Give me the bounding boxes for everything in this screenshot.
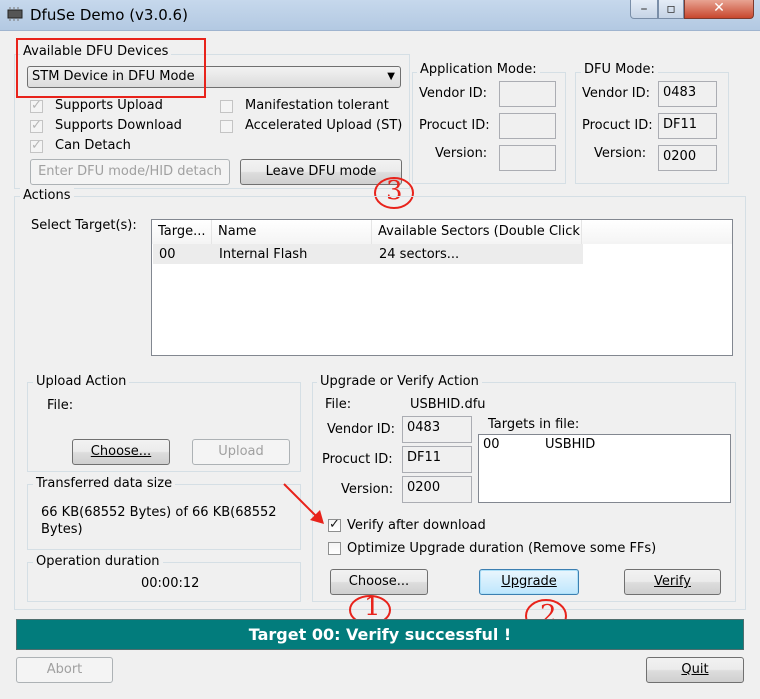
title-bar[interactable]: DfuSe Demo (v3.0.6) – ▫ ✕ xyxy=(0,0,760,31)
actions-label: Actions xyxy=(20,188,74,203)
app-product-id-field xyxy=(499,113,556,139)
accelerated-upload-checkbox[interactable] xyxy=(220,120,233,133)
upgrade-product-id-field: DF11 xyxy=(402,446,472,473)
transferred-size-label: Transferred data size xyxy=(33,476,176,491)
upgrade-verify-label: Upgrade or Verify Action xyxy=(317,374,482,389)
targets-listview[interactable]: Targe... Name Available Sectors (Double … xyxy=(151,219,733,356)
supports-upload-checkbox[interactable]: ✓ xyxy=(30,98,43,113)
dfu-version-label: Version: xyxy=(594,146,647,161)
dfu-product-id-label: Procuct ID: xyxy=(582,118,653,133)
upgrade-vendor-id-label: Vendor ID: xyxy=(327,422,396,437)
app-version-label: Version: xyxy=(435,146,488,161)
enter-dfu-mode-button[interactable]: Enter DFU mode/HID detach xyxy=(30,159,230,185)
minimize-button[interactable]: – xyxy=(630,0,658,19)
column-header-empty xyxy=(582,220,732,244)
upgrade-version-field: 0200 xyxy=(402,476,472,503)
accelerated-upload-label: Accelerated Upload (ST) xyxy=(245,118,403,133)
close-button[interactable]: ✕ xyxy=(684,0,754,19)
upgrade-product-id-label: Procuct ID: xyxy=(322,452,393,467)
minimize-icon: – xyxy=(640,1,648,17)
can-detach-checkbox[interactable]: ✓ xyxy=(30,138,43,153)
app-vendor-id-label: Vendor ID: xyxy=(419,86,488,101)
dfu-vendor-id-label: Vendor ID: xyxy=(582,86,651,101)
upgrade-button[interactable]: Upgrade xyxy=(479,569,579,595)
column-header-target[interactable]: Targe... xyxy=(152,220,212,244)
supports-download-checkbox[interactable]: ✓ xyxy=(30,118,43,133)
column-header-sectors[interactable]: Available Sectors (Double Click... xyxy=(372,220,582,244)
chip-icon xyxy=(7,7,23,21)
row-target: 00 xyxy=(159,247,176,262)
maximize-icon: ▫ xyxy=(666,1,676,17)
transferred-size-value: 66 KB(68552 Bytes) of 66 KB(68552 Bytes) xyxy=(41,505,277,537)
verify-after-download-checkbox[interactable]: ✓ xyxy=(328,517,341,532)
app-version-field xyxy=(499,145,556,171)
maximize-button[interactable]: ▫ xyxy=(658,0,684,19)
app-product-id-label: Procuct ID: xyxy=(419,118,490,133)
annotation-arrow-icon xyxy=(283,483,324,524)
row-sectors: 24 sectors... xyxy=(379,247,460,262)
targets-in-file-label: Targets in file: xyxy=(488,417,580,432)
file-target-name: USBHID xyxy=(545,437,596,452)
select-targets-label: Select Target(s): xyxy=(31,218,137,233)
highlight-box xyxy=(16,38,206,98)
abort-button[interactable]: Abort xyxy=(16,657,113,683)
upload-button[interactable]: Upload xyxy=(192,439,290,465)
dfu-mode-label: DFU Mode: xyxy=(581,62,658,77)
dfu-vendor-id-field: 0483 xyxy=(658,81,717,107)
supports-download-label: Supports Download xyxy=(55,118,182,133)
manifestation-tolerant-checkbox[interactable] xyxy=(220,100,233,113)
close-icon: ✕ xyxy=(713,0,725,16)
verify-after-download-label: Verify after download xyxy=(347,518,486,533)
quit-button[interactable]: Quit xyxy=(646,657,744,683)
operation-duration-label: Operation duration xyxy=(33,554,163,569)
upgrade-file-name: USBHID.dfu xyxy=(410,397,486,412)
upgrade-vendor-id-field: 0483 xyxy=(402,416,472,443)
upload-file-label: File: xyxy=(47,398,74,413)
optimize-upgrade-label: Optimize Upgrade duration (Remove some F… xyxy=(347,541,657,556)
dropdown-arrow-icon: ▼ xyxy=(387,71,395,82)
app-vendor-id-field xyxy=(499,81,556,107)
optimize-upgrade-checkbox[interactable] xyxy=(328,542,341,555)
upload-action-label: Upload Action xyxy=(33,374,130,389)
window-title: DfuSe Demo (v3.0.6) xyxy=(30,6,188,24)
manifestation-tolerant-label: Manifestation tolerant xyxy=(245,98,389,113)
upload-choose-button[interactable]: Choose... xyxy=(72,439,170,465)
upgrade-file-label: File: xyxy=(325,397,352,412)
row-name: Internal Flash xyxy=(219,247,308,262)
supports-upload-label: Supports Upload xyxy=(55,98,163,113)
can-detach-label: Can Detach xyxy=(55,138,131,153)
annotation-1-text: 1 xyxy=(364,592,381,622)
verify-button[interactable]: Verify xyxy=(624,569,721,595)
column-header-name[interactable]: Name xyxy=(212,220,372,244)
operation-duration-value: 00:00:12 xyxy=(141,576,200,591)
upgrade-version-label: Version: xyxy=(341,482,394,497)
dfu-version-field: 0200 xyxy=(658,145,717,171)
application-mode-label: Application Mode: xyxy=(417,62,540,77)
table-row[interactable]: 00 Internal Flash 24 sectors... xyxy=(153,244,583,264)
targets-in-file-list[interactable]: 00 USBHID xyxy=(478,434,731,503)
dfu-product-id-field: DF11 xyxy=(658,113,717,139)
file-target-id: 00 xyxy=(483,437,500,452)
status-bar: Target 00: Verify successful ! xyxy=(16,619,744,650)
